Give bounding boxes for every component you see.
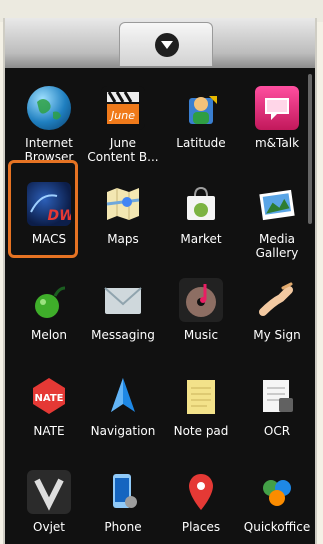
app-melon[interactable]: Melon (12, 270, 86, 366)
app-music[interactable]: Music (164, 270, 238, 366)
envelope-icon (101, 278, 145, 322)
app-label: Media Gallery (255, 232, 299, 260)
chat-bubble-icon (255, 86, 299, 130)
svg-text:June: June (109, 109, 135, 122)
photo-gallery-icon (255, 182, 299, 226)
drawer-handle[interactable] (119, 22, 213, 66)
nate-icon: NATE (27, 374, 71, 418)
ovjet-icon (27, 470, 71, 514)
ocr-document-icon (255, 374, 299, 418)
app-ocr[interactable]: OCR (240, 366, 314, 462)
app-note-pad[interactable]: Note pad (164, 366, 238, 462)
app-media-gallery[interactable]: Media Gallery (240, 174, 314, 270)
app-label: Market (180, 232, 222, 246)
app-navigation[interactable]: Navigation (86, 366, 160, 462)
app-label: My Sign (253, 328, 301, 342)
app-phone[interactable]: Phone (86, 462, 160, 544)
app-mtalk[interactable]: m&Talk (240, 78, 314, 174)
drawer-header (5, 18, 315, 68)
melon-icon (27, 278, 71, 322)
app-market[interactable]: Market (164, 174, 238, 270)
app-quickoffice[interactable]: Quickoffice (240, 462, 314, 544)
app-label: Melon (30, 328, 68, 342)
app-label: Maps (107, 232, 139, 246)
app-label: June Content B... (87, 136, 159, 164)
globe-icon (27, 86, 71, 130)
app-label: Places (181, 520, 221, 534)
app-label: Navigation (90, 424, 156, 438)
app-label: Messaging (91, 328, 155, 342)
app-label: OCR (263, 424, 291, 438)
app-messaging[interactable]: Messaging (86, 270, 160, 366)
app-label: Quickoffice (243, 520, 311, 534)
app-latitude[interactable]: Latitude (164, 78, 238, 174)
notepad-icon (179, 374, 223, 418)
app-maps[interactable]: Maps (86, 174, 160, 270)
app-label: m&Talk (254, 136, 300, 150)
app-nate[interactable]: NATE NATE (12, 366, 86, 462)
app-label: Note pad (173, 424, 229, 438)
film-clapper-icon: June (101, 86, 145, 130)
app-label: Latitude (176, 136, 226, 150)
navigation-arrow-icon (101, 374, 145, 418)
app-label: NATE (33, 424, 65, 438)
chevron-down-icon[interactable] (155, 33, 179, 57)
phone-gear-icon (101, 470, 145, 514)
app-label: Music (183, 328, 219, 342)
person-location-icon (179, 86, 223, 130)
app-label: Ovjet (33, 520, 65, 534)
shopping-bag-icon (179, 182, 223, 226)
map-icon (101, 182, 145, 226)
hand-sign-icon (255, 278, 299, 322)
quickoffice-icon (255, 470, 299, 514)
app-ovjet[interactable]: Ovjet (12, 462, 86, 544)
svg-text:NATE: NATE (35, 393, 64, 404)
app-june-content-browser[interactable]: June June Content B... (86, 78, 160, 174)
app-label: Phone (104, 520, 142, 534)
app-my-sign[interactable]: My Sign (240, 270, 314, 366)
macs-highlight (8, 160, 78, 258)
app-places[interactable]: Places (164, 462, 238, 544)
map-pin-icon (179, 470, 223, 514)
music-disc-icon (179, 278, 223, 322)
